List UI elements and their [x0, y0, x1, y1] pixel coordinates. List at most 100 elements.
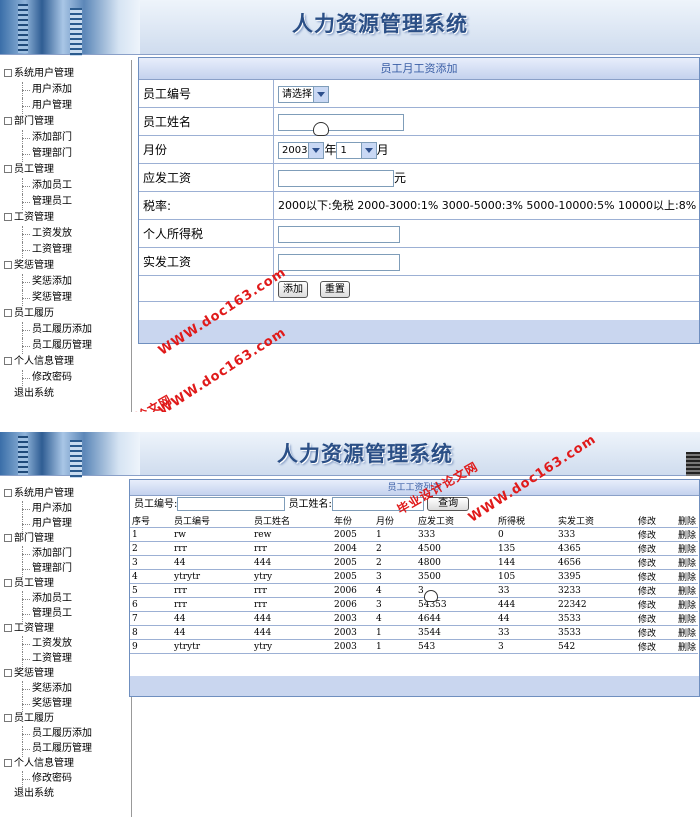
column-header: 删除 — [676, 514, 698, 528]
sidebar-item[interactable]: 奖惩管理 — [0, 258, 131, 274]
delete-link[interactable]: 删除 — [676, 611, 698, 626]
sidebar-item[interactable]: 管理部门 — [0, 561, 131, 577]
table-cell: 33 — [496, 625, 556, 640]
sidebar-item[interactable]: 工资管理 — [0, 210, 131, 226]
sidebar-item[interactable]: 添加员工 — [0, 178, 131, 194]
sidebar-item[interactable]: 添加部门 — [0, 546, 131, 562]
actual-pay-input[interactable] — [278, 254, 400, 271]
table-cell: 4 — [374, 611, 416, 626]
sidebar-item[interactable]: 工资管理 — [0, 651, 131, 667]
table-cell: 1 — [130, 527, 172, 542]
sidebar-item[interactable]: 工资发放 — [0, 636, 131, 652]
search-id-input[interactable] — [177, 497, 286, 511]
edit-link[interactable]: 修改 — [636, 527, 676, 542]
tax-rate-label: 税率: — [143, 199, 172, 213]
sidebar-item[interactable]: 修改密码 — [0, 370, 131, 386]
sidebar-item[interactable]: 部门管理 — [0, 531, 131, 546]
column-header: 年份 — [332, 514, 374, 528]
sidebar-item[interactable]: 奖惩添加 — [0, 274, 131, 290]
sidebar-item[interactable]: 员工管理 — [0, 162, 131, 178]
sidebar-item[interactable]: 工资管理 — [0, 621, 131, 636]
sidebar-item[interactable]: 退出系统 — [0, 386, 131, 402]
table-row: 9 ytrytr ytry 2003 1 543 3 542 修改 删除 — [130, 639, 698, 654]
edit-link[interactable]: 修改 — [636, 583, 676, 598]
month-select[interactable]: 1 — [336, 142, 377, 159]
sidebar-item[interactable]: 修改密码 — [0, 771, 131, 787]
salary-table: 序号 员工编号 员工姓名 年份 月份 应发工资 所得税 实发工资 修改 删除 1 rw rew 2005… — [130, 514, 698, 654]
income-tax-input[interactable] — [278, 226, 400, 243]
table-cell: 6 — [130, 597, 172, 612]
app-title: 人力资源管理系统 — [277, 441, 453, 466]
employee-id-label: 员工编号 — [143, 87, 192, 101]
sidebar-item[interactable]: 系统用户管理 — [0, 486, 131, 501]
sidebar-item[interactable]: 工资发放 — [0, 226, 131, 242]
sidebar-item[interactable]: 管理部门 — [0, 146, 131, 162]
sidebar-item[interactable]: 奖惩管理 — [0, 666, 131, 681]
employee-name-input[interactable] — [278, 114, 404, 131]
header-banner: 人力资源管理系统 — [0, 0, 700, 56]
sidebar-item[interactable]: 系统用户管理 — [0, 66, 131, 82]
payable-label: 应发工资 — [143, 171, 192, 185]
sidebar-item[interactable]: 工资管理 — [0, 242, 131, 258]
table-cell: rrr — [172, 597, 252, 612]
edit-link[interactable]: 修改 — [636, 597, 676, 612]
edit-link[interactable]: 修改 — [636, 611, 676, 626]
sidebar-item[interactable]: 用户管理 — [0, 516, 131, 532]
table-cell: 2003 — [332, 611, 374, 626]
table-cell: 44 — [172, 611, 252, 626]
payable-unit: 元 — [394, 171, 407, 185]
sidebar-item[interactable]: 员工履历添加 — [0, 322, 131, 338]
sidebar-item[interactable]: 用户管理 — [0, 98, 131, 114]
employee-id-select[interactable]: 请选择 — [278, 86, 329, 103]
sidebar-item[interactable]: 用户添加 — [0, 82, 131, 98]
sidebar-item[interactable]: 员工履历添加 — [0, 726, 131, 742]
payable-input[interactable] — [278, 170, 394, 187]
edit-link[interactable]: 修改 — [636, 569, 676, 584]
add-button[interactable]: 添加 — [278, 281, 308, 298]
column-header: 所得税 — [496, 514, 556, 528]
sidebar-item[interactable]: 用户添加 — [0, 501, 131, 517]
reset-button[interactable]: 重置 — [319, 281, 350, 298]
table-cell: 3500 — [416, 569, 496, 584]
year-select[interactable]: 2003 — [278, 142, 325, 159]
sidebar-item[interactable]: 个人信息管理 — [0, 354, 131, 370]
table-cell: 2 — [374, 555, 416, 570]
salary-add-form: 员工月工资添加 员工编号 请选择 员工姓名 月份 2003 年 1 月 应发工资 元 — [138, 57, 700, 344]
sidebar-item[interactable]: 员工履历管理 — [0, 741, 131, 757]
delete-link[interactable]: 删除 — [676, 569, 698, 584]
sidebar-item[interactable]: 员工履历管理 — [0, 338, 131, 354]
sidebar-item[interactable]: 员工履历 — [0, 306, 131, 322]
sidebar-item[interactable]: 部门管理 — [0, 114, 131, 130]
edit-link[interactable]: 修改 — [636, 625, 676, 640]
table-cell: ytrytr — [172, 569, 252, 584]
building-icon — [686, 452, 700, 476]
table-cell: 44 — [172, 625, 252, 640]
delete-link[interactable]: 删除 — [676, 527, 698, 542]
delete-link[interactable]: 删除 — [676, 597, 698, 612]
sidebar-item[interactable]: 管理员工 — [0, 194, 131, 210]
sidebar-item[interactable]: 员工履历 — [0, 711, 131, 726]
sidebar-item[interactable]: 添加员工 — [0, 591, 131, 607]
table-header-row: 序号 员工编号 员工姓名 年份 月份 应发工资 所得税 实发工资 修改 删除 — [130, 514, 698, 528]
delete-link[interactable]: 删除 — [676, 555, 698, 570]
delete-link[interactable]: 删除 — [676, 625, 698, 640]
delete-link[interactable]: 删除 — [676, 541, 698, 556]
edit-link[interactable]: 修改 — [636, 555, 676, 570]
table-cell: rrr — [252, 541, 332, 556]
sidebar-item[interactable]: 奖惩管理 — [0, 290, 131, 306]
delete-link[interactable]: 删除 — [676, 583, 698, 598]
sidebar-item[interactable]: 添加部门 — [0, 130, 131, 146]
sidebar-item[interactable]: 个人信息管理 — [0, 756, 131, 771]
edit-link[interactable]: 修改 — [636, 639, 676, 654]
sidebar-item[interactable]: 管理员工 — [0, 606, 131, 622]
sidebar-item[interactable]: 奖惩管理 — [0, 696, 131, 712]
sidebar-item[interactable]: 员工管理 — [0, 576, 131, 591]
table-cell: ytry — [252, 569, 332, 584]
table-cell: 33 — [496, 583, 556, 598]
table-cell: 2004 — [332, 541, 374, 556]
delete-link[interactable]: 删除 — [676, 639, 698, 654]
table-cell: 3 — [130, 555, 172, 570]
edit-link[interactable]: 修改 — [636, 541, 676, 556]
sidebar-item[interactable]: 退出系统 — [0, 786, 131, 801]
sidebar-item[interactable]: 奖惩添加 — [0, 681, 131, 697]
